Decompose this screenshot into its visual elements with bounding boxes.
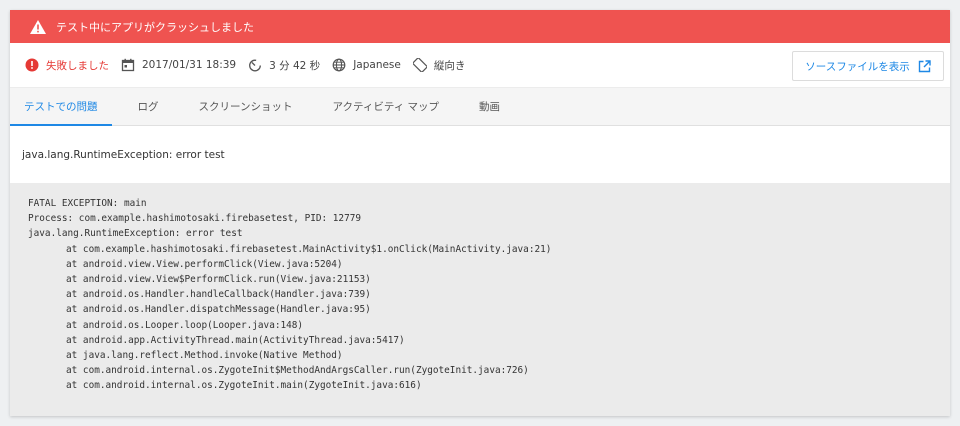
stack-trace: FATAL EXCEPTION: main Process: com.exampl… — [10, 183, 950, 416]
stack-trace-line: at android.os.Looper.loop(Looper.java:14… — [66, 319, 304, 331]
exception-title: java.lang.RuntimeException: error test — [10, 126, 950, 184]
tab-test-issues[interactable]: テストでの問題 — [10, 88, 112, 126]
calendar-icon — [121, 58, 135, 72]
test-issue-card: テスト中にアプリがクラッシュしました 失敗しました 2017/01/31 18:… — [10, 10, 950, 416]
tab-label: 動画 — [479, 101, 501, 113]
date-item: 2017/01/31 18:39 — [121, 58, 236, 72]
tab-label: スクリーンショット — [198, 101, 293, 113]
stack-trace-line: at android.view.View$PerformClick.run(Vi… — [66, 274, 371, 286]
duration-item: 3 分 42 秒 — [248, 58, 320, 73]
tab-label: アクティビティ マップ — [332, 101, 440, 113]
crash-banner-text: テスト中にアプリがクラッシュしました — [56, 20, 254, 34]
orientation-text: 縦向き — [433, 59, 466, 72]
stack-trace-line: at java.lang.reflect.Method.invoke(Nativ… — [66, 350, 343, 362]
crash-banner: テスト中にアプリがクラッシュしました — [10, 10, 950, 43]
stack-trace-line: at android.os.Handler.handleCallback(Han… — [66, 289, 371, 301]
stack-trace-line: Process: com.example.hashimotosaki.fireb… — [28, 213, 362, 225]
stack-trace-line: at com.android.internal.os.ZygoteInit.ma… — [66, 380, 422, 392]
date-text: 2017/01/31 18:39 — [142, 59, 237, 71]
locale-item: Japanese — [332, 58, 401, 72]
view-source-button[interactable]: ソースファイルを表示 — [792, 51, 944, 81]
tab-activity-map[interactable]: アクティビティ マップ — [318, 88, 453, 125]
view-source-label: ソースファイルを表示 — [805, 60, 910, 73]
warning-icon — [30, 19, 46, 34]
tab-bar: テストでの問題 ログ スクリーンショット アクティビティ マップ 動画 — [10, 88, 950, 126]
duration-text: 3 分 42 秒 — [269, 59, 321, 72]
orientation-item: 縦向き — [412, 58, 466, 73]
stack-trace-line: FATAL EXCEPTION: main — [28, 198, 147, 209]
stack-trace-line: at android.app.ActivityThread.main(Activ… — [66, 334, 405, 346]
open-in-new-icon — [918, 59, 931, 72]
exception-text: java.lang.RuntimeException: error test — [22, 149, 225, 161]
tab-video[interactable]: 動画 — [465, 88, 514, 125]
stack-trace-line: java.lang.RuntimeException: error test — [28, 228, 243, 240]
stack-trace-line: at android.view.View.performClick(View.j… — [66, 258, 343, 270]
globe-icon — [332, 58, 346, 72]
error-icon — [25, 58, 39, 72]
stack-trace-line: at com.android.internal.os.ZygoteInit$Me… — [66, 365, 529, 377]
status-text: 失敗しました — [46, 59, 109, 72]
screen-rotation-icon — [412, 58, 427, 72]
tab-label: ログ — [137, 101, 159, 113]
tab-screenshots[interactable]: スクリーンショット — [185, 88, 307, 125]
tab-logs[interactable]: ログ — [124, 88, 173, 125]
stack-trace-line: at android.os.Handler.dispatchMessage(Ha… — [66, 304, 371, 316]
timer-icon — [249, 59, 262, 72]
status-item: 失敗しました — [25, 58, 109, 73]
tab-label: テストでの問題 — [24, 101, 98, 113]
test-meta-bar: 失敗しました 2017/01/31 18:39 3 分 42 秒 Japanes… — [10, 43, 950, 88]
stack-trace-line: at com.example.hashimotosaki.firebasetes… — [66, 243, 552, 255]
locale-text: Japanese — [353, 59, 401, 71]
